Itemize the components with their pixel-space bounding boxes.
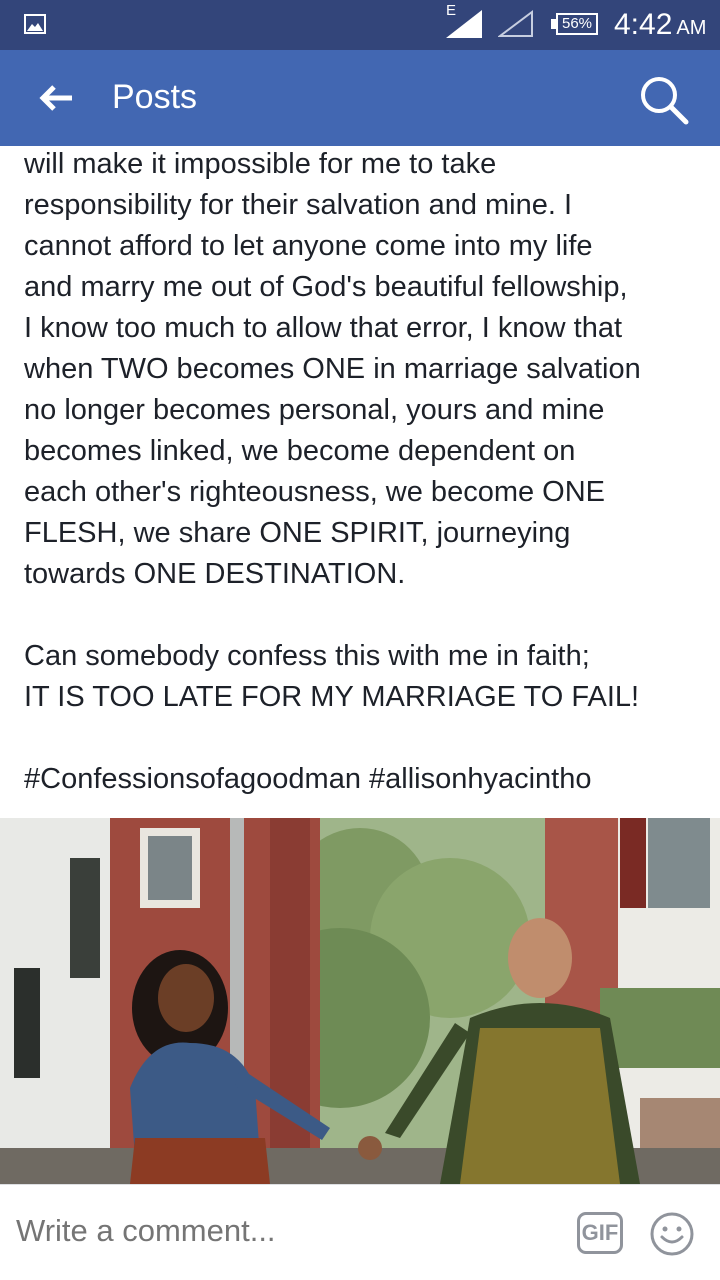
post-paragraph: Can somebody confess this with me in fai… bbox=[24, 640, 640, 713]
gallery-notification-icon bbox=[24, 14, 46, 34]
comment-bar: GIF bbox=[0, 1184, 720, 1280]
app-bar: Posts bbox=[0, 50, 720, 146]
post-paragraph: will make it impossible for me to take r… bbox=[24, 148, 641, 590]
smiley-icon[interactable] bbox=[649, 1211, 695, 1257]
battery-indicator: 56% bbox=[556, 13, 598, 35]
arrow-left-icon[interactable] bbox=[38, 83, 74, 113]
post-photo[interactable] bbox=[0, 818, 720, 1184]
clock: 4:42 AM bbox=[614, 8, 706, 42]
signal-strength-empty-icon bbox=[498, 10, 533, 37]
post-body: will make it impossible for me to take r… bbox=[24, 144, 708, 800]
page-title: Posts bbox=[112, 78, 198, 116]
search-icon[interactable] bbox=[638, 74, 690, 126]
gif-button[interactable]: GIF bbox=[577, 1212, 623, 1254]
status-bar: E 56% 4:42 AM bbox=[0, 0, 720, 50]
clock-time: 4:42 bbox=[614, 8, 673, 41]
signal-strength-icon bbox=[446, 10, 482, 38]
comment-input[interactable] bbox=[16, 1213, 536, 1249]
post-hashtags[interactable]: #Confessionsofagoodman #allisonhyacintho bbox=[24, 759, 708, 800]
clock-ampm: AM bbox=[676, 17, 707, 39]
